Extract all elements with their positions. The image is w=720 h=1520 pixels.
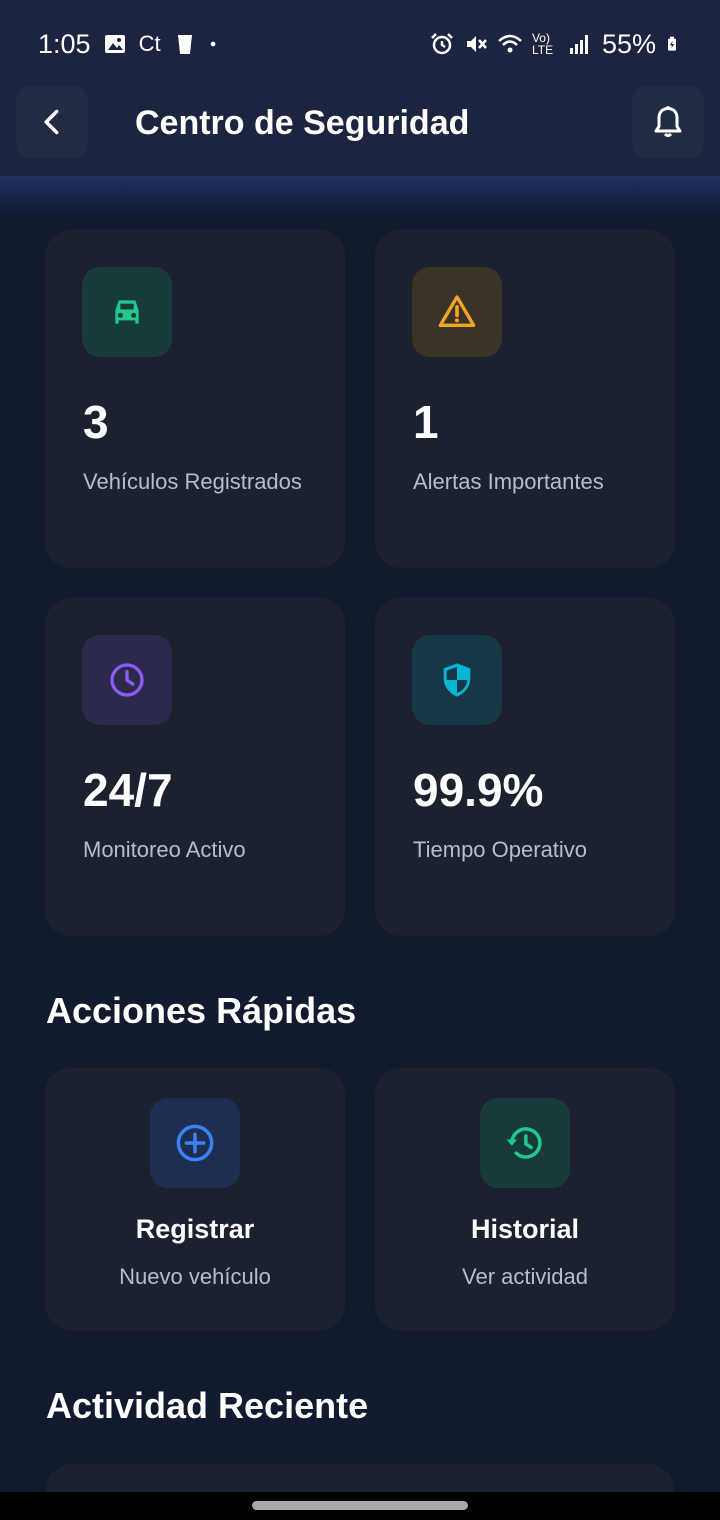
recent-activity-title: Actividad Reciente xyxy=(46,1385,369,1426)
carrier-label: Ct xyxy=(138,31,161,56)
bell-icon xyxy=(654,106,682,137)
history-button[interactable]: Historial Ver actividad xyxy=(375,1068,675,1330)
mute-icon xyxy=(466,36,487,52)
cup-icon xyxy=(177,35,192,54)
stat-card-vehicles[interactable]: 3 Vehículos Registrados xyxy=(45,230,345,568)
clock-icon xyxy=(110,663,144,697)
wifi-icon xyxy=(498,34,522,53)
battery-percent: 55% xyxy=(601,28,656,59)
stat-card-uptime[interactable]: 99.9% Tiempo Operativo xyxy=(375,598,675,936)
shield-icon xyxy=(443,663,471,697)
status-left: 1:05 Ct xyxy=(38,29,223,60)
page-title: Centro de Seguridad xyxy=(135,104,470,142)
back-button[interactable] xyxy=(16,86,88,158)
stat-card-monitoring[interactable]: 24/7 Monitoreo Activo xyxy=(45,598,345,936)
stat-value: 1 xyxy=(413,396,439,448)
battery-icon xyxy=(668,36,676,51)
dot-icon xyxy=(210,41,215,47)
action-subtitle: Ver actividad xyxy=(462,1264,588,1289)
stat-label: Monitoreo Activo xyxy=(83,837,246,862)
quick-actions-title: Acciones Rápidas xyxy=(46,990,357,1031)
stat-value: 3 xyxy=(83,396,109,448)
chevron-left-icon xyxy=(44,109,59,135)
action-icon-box xyxy=(150,1098,240,1188)
stat-label: Vehículos Registrados xyxy=(83,469,302,494)
add-circle-icon xyxy=(176,1124,214,1162)
network-label: Vo) LTE xyxy=(531,31,554,57)
register-vehicle-button[interactable]: Registrar Nuevo vehículo xyxy=(45,1068,345,1330)
notifications-button[interactable] xyxy=(632,86,704,158)
stat-icon-box xyxy=(412,635,502,725)
status-time: 1:05 xyxy=(38,28,91,59)
signal-icon xyxy=(569,35,588,54)
stat-icon-box xyxy=(412,267,502,357)
action-title: Registrar xyxy=(135,1214,255,1244)
action-title: Historial xyxy=(470,1214,580,1244)
status-bar: 1:05 Ct Vo) LTE 55% xyxy=(0,0,720,88)
gallery-icon xyxy=(104,35,125,53)
stat-value: 99.9% xyxy=(413,764,544,816)
app-bar-glow xyxy=(0,176,720,216)
action-subtitle: Nuevo vehículo xyxy=(119,1264,271,1289)
history-icon xyxy=(506,1127,542,1159)
warning-icon xyxy=(438,295,476,327)
stat-icon-box xyxy=(82,635,172,725)
action-icon-box xyxy=(480,1098,570,1188)
home-gesture-handle[interactable] xyxy=(252,1501,468,1510)
stat-value: 24/7 xyxy=(83,764,173,816)
alarm-icon xyxy=(431,33,453,55)
stat-label: Alertas Importantes xyxy=(413,469,604,494)
stat-card-alerts[interactable]: 1 Alertas Importantes xyxy=(375,230,675,568)
stat-icon-box xyxy=(82,267,172,357)
car-icon xyxy=(115,300,139,324)
stat-label: Tiempo Operativo xyxy=(413,837,588,862)
status-right: Vo) LTE 55% xyxy=(430,29,682,60)
